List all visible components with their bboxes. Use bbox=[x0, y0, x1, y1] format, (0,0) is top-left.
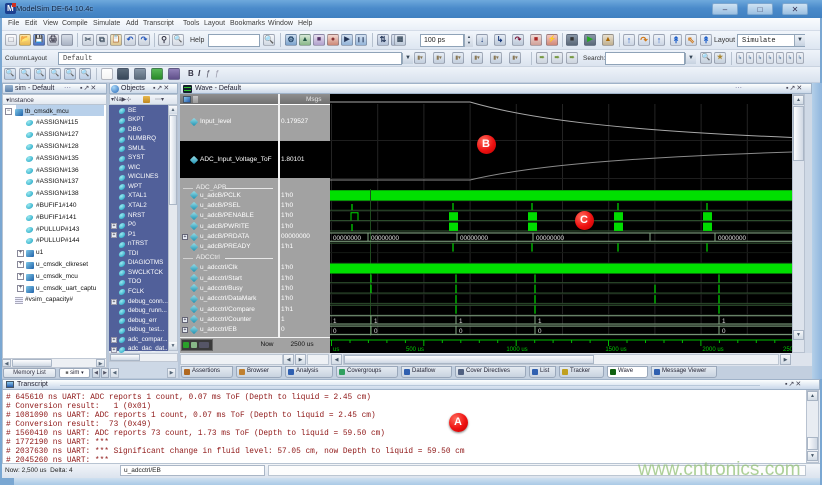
svg-text:0: 0 bbox=[459, 328, 463, 335]
svg-text:00000000: 00000000 bbox=[333, 235, 362, 242]
svg-text:0: 0 bbox=[538, 328, 542, 335]
svg-text:0: 0 bbox=[333, 328, 337, 335]
svg-text:1: 1 bbox=[333, 318, 337, 325]
svg-text:00000000: 00000000 bbox=[718, 235, 747, 242]
svg-text:1: 1 bbox=[722, 318, 726, 325]
svg-text:0: 0 bbox=[374, 328, 378, 335]
svg-text:1: 1 bbox=[374, 318, 378, 325]
svg-text:0: 0 bbox=[722, 328, 726, 335]
svg-text:1: 1 bbox=[459, 318, 463, 325]
svg-text:00000000: 00000000 bbox=[536, 235, 565, 242]
svg-text:00000000: 00000000 bbox=[460, 235, 489, 242]
svg-text:00000000: 00000000 bbox=[371, 235, 400, 242]
svg-text:1: 1 bbox=[538, 318, 542, 325]
